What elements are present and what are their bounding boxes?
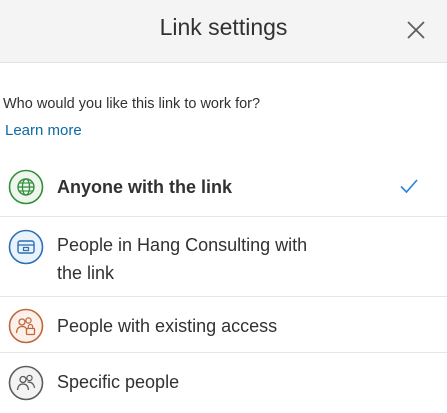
panel-title: Link settings [159,14,288,40]
option-existing-access[interactable]: People with existing access [0,296,447,353]
option-organization-label-line1: People in Hang Consulting with [57,235,308,255]
option-organization[interactable]: People in Hang Consulting with the link [0,216,447,297]
learn-more-link[interactable]: Learn more [5,122,82,139]
question-text: Who would you like this link to work for… [3,96,261,112]
building-icon [8,229,44,265]
option-anyone-label: Anyone with the link [57,177,233,197]
option-anyone[interactable]: Anyone with the link [0,158,447,216]
people-icon [8,365,44,401]
checkmark-icon [400,179,418,194]
globe-icon [8,169,44,205]
option-specific-people[interactable]: Specific people [0,352,447,413]
option-specific-people-label: Specific people [57,372,180,392]
close-button[interactable] [400,14,432,46]
people-lock-icon [8,308,44,344]
close-icon [407,21,425,39]
link-settings-panel: Link settings Who would you like this li… [0,0,447,413]
panel-header: Link settings [0,0,447,63]
option-existing-access-label: People with existing access [57,316,278,336]
option-organization-label-line2: the link [57,263,115,283]
